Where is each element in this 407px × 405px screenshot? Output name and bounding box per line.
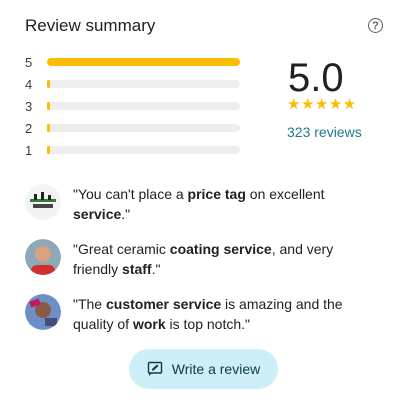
review-summary-card: Review summary ? 5 4 3 2 1 5.0 ★★★★★ 323… [0,0,407,405]
rating-bar-fill [47,58,240,66]
rating-bar-5[interactable]: 5 [25,54,240,70]
reviewer-avatar [25,294,61,330]
rating-bar-label: 5 [25,54,33,70]
rating-bar-1[interactable]: 1 [25,142,240,158]
rating-bar-3[interactable]: 3 [25,98,240,114]
rating-bar-track [47,58,240,66]
rating-bar-fill [47,124,50,132]
snippet-highlight: price tag [187,186,246,202]
average-rating: 5.0 [288,56,344,100]
rating-bar-track [47,102,240,110]
review-snippet[interactable]: "You can't place a price tag on excellen… [25,184,373,224]
snippet-highlight: staff [122,261,152,277]
business-logo-avatar [25,184,61,220]
review-snippet[interactable]: "The customer service is amazing and the… [25,294,373,334]
help-circle-icon[interactable]: ? [368,18,383,33]
snippet-fragment: ." [151,261,161,277]
write-review-label: Write a review [171,361,261,377]
snippet-highlight: work [132,316,166,332]
snippet-fragment: "Great ceramic [73,241,170,257]
snippet-text: "The customer service is amazing and the… [73,294,373,334]
snippet-fragment: is top notch." [165,316,250,332]
rating-bar-label: 1 [25,142,33,158]
write-review-button[interactable]: Write a review [129,349,278,389]
snippet-highlight: customer service [105,296,222,312]
snippet-text: "Great ceramic coating service, and very… [73,239,373,279]
star-rating-icon: ★★★★★ [287,96,357,113]
snippet-highlight: coating service [169,241,272,257]
snippet-fragment: on excellent [245,186,325,202]
rating-bar-label: 2 [25,120,33,136]
snippet-fragment: "The [73,296,106,312]
rating-bar-fill [47,102,50,110]
rating-bar-label: 3 [25,98,33,114]
rating-bar-track [47,80,240,88]
review-snippet[interactable]: "Great ceramic coating service, and very… [25,239,373,279]
rating-bar-2[interactable]: 2 [25,120,240,136]
review-summary-title: Review summary [25,16,156,35]
rating-bar-label: 4 [25,76,33,92]
snippet-fragment: ." [121,206,131,222]
rating-bar-track [47,146,240,154]
snippet-highlight: service [73,206,122,222]
rating-bar-fill [47,80,50,88]
rating-bar-fill [47,146,50,154]
reviews-count-link[interactable]: 323 reviews [287,124,362,140]
snippet-text: "You can't place a price tag on excellen… [73,184,373,224]
rating-bar-track [47,124,240,132]
rating-bar-4[interactable]: 4 [25,76,240,92]
reviewer-avatar [25,239,61,275]
rate-review-icon [147,361,162,376]
snippet-fragment: "You can't place a [73,186,188,202]
